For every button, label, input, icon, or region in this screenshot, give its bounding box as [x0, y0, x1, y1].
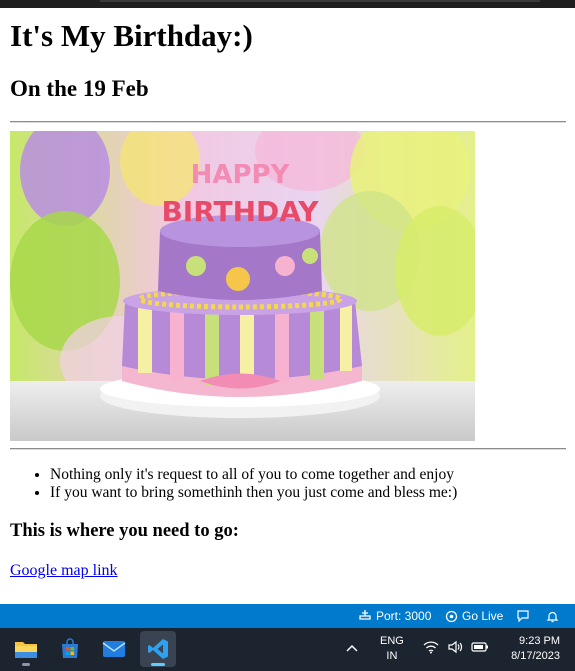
system-tray[interactable] [423, 640, 489, 654]
lang-region: IN [386, 650, 398, 662]
page-subtitle: On the 19 Feb [10, 76, 149, 101]
battery-icon [471, 642, 488, 652]
request-list: Nothing only it's request to all of you … [10, 466, 457, 502]
where-heading: This is where you need to go: [10, 521, 239, 541]
vscode-status-bar: Port: 3000 Go Live [0, 604, 575, 628]
port-label: Port: 3000 [376, 609, 432, 623]
language-indicator[interactable]: ENG IN [380, 634, 404, 664]
store-icon[interactable] [52, 631, 88, 667]
cake-birthday-text: BIRTHDAY [161, 195, 319, 228]
google-map-link[interactable]: Google map link [10, 562, 118, 580]
page-title: It's My Birthday:) [10, 18, 253, 53]
cake-happy-text: HAPPY [191, 160, 291, 190]
mail-icon[interactable] [96, 631, 132, 667]
lang-code: ENG [380, 635, 404, 647]
clock-date: 8/17/2023 [511, 650, 560, 662]
divider-top [10, 121, 566, 123]
go-live-button[interactable]: Go Live [445, 604, 503, 628]
port-icon [359, 610, 371, 620]
windows-taskbar: ENG IN 9:23 PM 8/17/2023 [0, 628, 575, 671]
list-item: Nothing only it's request to all of you … [50, 466, 457, 484]
volume-icon [448, 640, 463, 654]
wifi-icon [423, 641, 439, 654]
page-content: It's My Birthday:) On the 19 Feb [10, 8, 566, 102]
divider-bottom [10, 448, 566, 450]
browser-top-bar [0, 0, 575, 8]
port-status[interactable]: Port: 3000 [358, 604, 431, 628]
birthday-cake-image: HAPPY BIRTHDAY [10, 131, 475, 441]
chevron-up-icon[interactable] [346, 640, 358, 655]
browser-tab-strip [100, 0, 540, 2]
file-explorer-icon[interactable] [8, 631, 44, 667]
go-live-label: Go Live [462, 609, 504, 623]
clock[interactable]: 9:23 PM 8/17/2023 [500, 634, 560, 664]
bell-icon[interactable] [546, 604, 559, 628]
vscode-icon[interactable] [140, 631, 176, 667]
broadcast-icon [445, 610, 458, 622]
clock-time: 9:23 PM [519, 635, 560, 647]
feedback-icon[interactable] [516, 604, 530, 628]
list-item: If you want to bring somethinh then you … [50, 484, 457, 502]
